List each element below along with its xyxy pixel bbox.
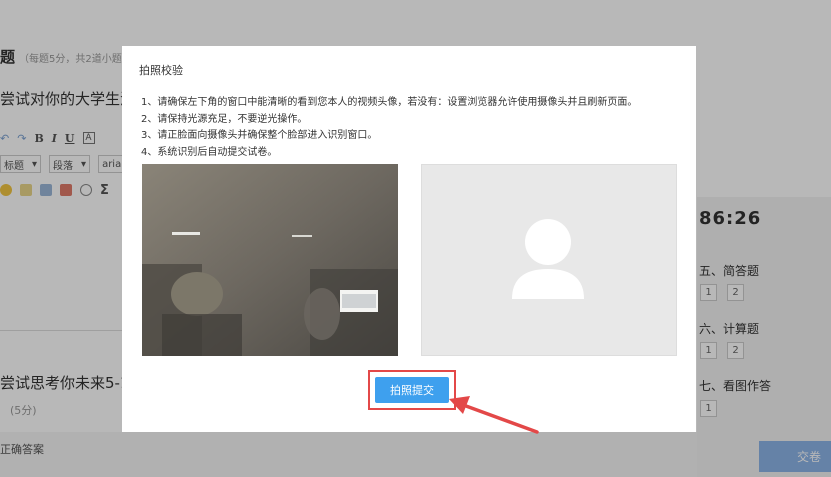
photo-submit-button[interactable]: 拍照提交 xyxy=(375,377,449,403)
user-avatar-icon xyxy=(512,219,584,299)
submit-highlight-frame: 拍照提交 xyxy=(368,370,456,410)
photo-verify-dialog: 拍照校验 1、请确保左下角的窗口中能清晰的看到您本人的视频头像，若没有：设置浏览… xyxy=(122,46,696,432)
instruction-list: 1、请确保左下角的窗口中能清晰的看到您本人的视频头像，若没有：设置浏览器允许使用… xyxy=(141,95,637,161)
instruction-item: 2、请保持光源充足，不要逆光操作。 xyxy=(141,113,308,125)
dialog-title: 拍照校验 xyxy=(139,64,183,77)
instruction-item: 4、系统识别后自动提交试卷。 xyxy=(141,146,278,158)
instruction-item: 1、请确保左下角的窗口中能清晰的看到您本人的视频头像，若没有：设置浏览器允许使用… xyxy=(141,97,638,108)
captured-photo-placeholder xyxy=(421,164,677,356)
live-camera-preview xyxy=(142,164,398,356)
instruction-item: 3、请正脸面向摄像头并确保整个脸部进入识别窗口。 xyxy=(141,130,378,141)
camera-feed-image xyxy=(142,164,398,356)
